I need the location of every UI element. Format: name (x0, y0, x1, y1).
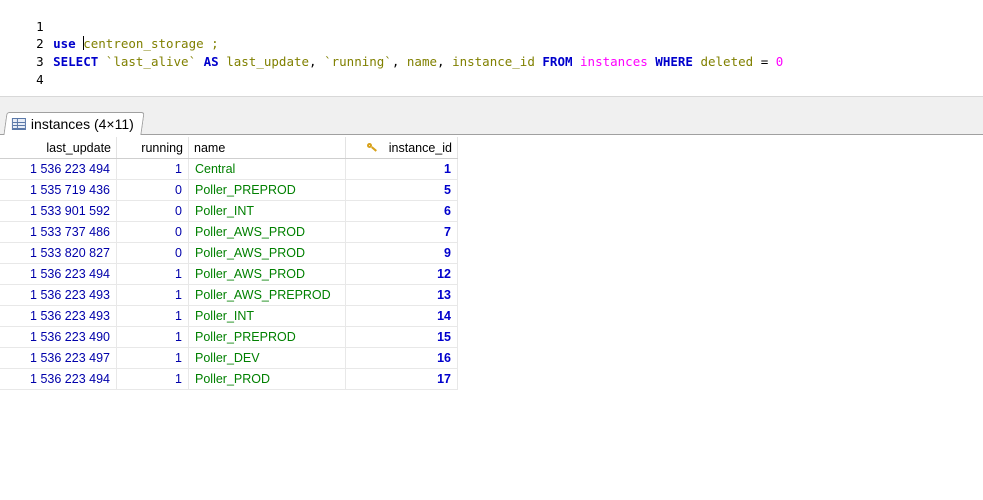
column-header-label: last_update (46, 140, 111, 155)
code-line-4: 4 (0, 53, 53, 87)
sql-column: instance_id (452, 54, 535, 69)
cell-running[interactable]: 0 (116, 221, 189, 243)
sql-column: `last_alive` (105, 54, 197, 69)
cell-instance-id[interactable]: 6 (345, 200, 458, 222)
cell-name[interactable]: Poller_PREPROD (188, 179, 346, 201)
cell-name[interactable]: Poller_PREPROD (188, 326, 346, 348)
table-row[interactable]: 1 536 223 494 1 Central 1 (0, 158, 458, 180)
cell-instance-id[interactable]: 16 (345, 347, 458, 369)
table-row[interactable]: 1 535 719 436 0 Poller_PREPROD 5 (0, 179, 458, 201)
key-icon (366, 142, 377, 153)
cell-name[interactable]: Poller_DEV (188, 347, 346, 369)
table-icon (11, 118, 26, 130)
code-line-2: 2 use centreon_storage ; (0, 17, 219, 51)
cell-last-update[interactable]: 1 536 223 493 (0, 305, 117, 327)
cell-name[interactable]: Poller_AWS_PROD (188, 263, 346, 285)
cell-running[interactable]: 0 (116, 242, 189, 264)
cell-running[interactable]: 1 (116, 368, 189, 390)
column-header-label: instance_id (388, 140, 452, 155)
cell-name[interactable]: Poller_PROD (188, 368, 346, 390)
cell-last-update[interactable]: 1 533 737 486 (0, 221, 117, 243)
pane-splitter[interactable] (0, 96, 983, 111)
cell-last-update[interactable]: 1 533 820 827 (0, 242, 117, 264)
code-line-3: 3 SELECT `last_alive` AS last_update, `ru… (0, 35, 783, 69)
tab-label: instances (4×11) (30, 116, 134, 132)
cell-instance-id[interactable]: 14 (345, 305, 458, 327)
sql-column: name (406, 54, 437, 69)
table-row[interactable]: 1 536 223 497 1 Poller_DEV 16 (0, 347, 458, 369)
cell-running[interactable]: 0 (116, 200, 189, 222)
cell-running[interactable]: 1 (116, 305, 189, 327)
cell-name[interactable]: Central (188, 158, 346, 180)
cell-running[interactable]: 1 (116, 347, 189, 369)
cell-running[interactable]: 1 (116, 158, 189, 180)
cell-name[interactable]: Poller_INT (188, 305, 346, 327)
sql-editor[interactable]: 1 2 use centreon_storage ; 3 SELECT `last_… (0, 0, 983, 96)
grid-header-row: last_update running name instance_id (0, 137, 458, 159)
cell-last-update[interactable]: 1 533 901 592 (0, 200, 117, 222)
result-tab-bar: instances (4×11) (0, 110, 983, 135)
sql-alias: last_update (226, 54, 310, 69)
table-row[interactable]: 1 536 223 494 1 Poller_PROD 17 (0, 368, 458, 390)
sql-keyword: AS (203, 54, 219, 69)
code-line-1: 1 (0, 0, 53, 34)
cell-instance-id[interactable]: 9 (345, 242, 458, 264)
sql-comma: , (309, 54, 317, 69)
sql-keyword: SELECT (53, 54, 99, 69)
cell-instance-id[interactable]: 1 (345, 158, 458, 180)
column-header-instance-id[interactable]: instance_id (345, 137, 458, 159)
sql-column: deleted (700, 54, 754, 69)
sql-column: `running` (324, 54, 392, 69)
table-row[interactable]: 1 533 820 827 0 Poller_AWS_PROD 9 (0, 242, 458, 264)
cell-name[interactable]: Poller_AWS_PREPROD (188, 284, 346, 306)
sql-keyword: FROM (542, 54, 573, 69)
cell-running[interactable]: 1 (116, 263, 189, 285)
cell-running[interactable]: 1 (116, 326, 189, 348)
cell-name[interactable]: Poller_AWS_PROD (188, 242, 346, 264)
cell-instance-id[interactable]: 12 (345, 263, 458, 285)
sql-table-name: instances (580, 54, 648, 69)
sql-number-literal: 0 (775, 54, 784, 69)
tab-instances-result[interactable]: instances (4×11) (3, 112, 145, 135)
column-header-running[interactable]: running (116, 137, 189, 159)
table-row[interactable]: 1 533 901 592 0 Poller_INT 6 (0, 200, 458, 222)
column-header-last-update[interactable]: last_update (0, 137, 117, 159)
sql-comma: , (391, 54, 400, 69)
cell-last-update[interactable]: 1 536 223 493 (0, 284, 117, 306)
cell-last-update[interactable]: 1 535 719 436 (0, 179, 117, 201)
cell-last-update[interactable]: 1 536 223 497 (0, 347, 117, 369)
sql-comma: , (437, 54, 445, 69)
result-grid[interactable]: last_update running name instance_id 1 5… (0, 137, 458, 390)
column-header-name[interactable]: name (188, 137, 346, 159)
cell-last-update[interactable]: 1 536 223 494 (0, 263, 117, 285)
cell-last-update[interactable]: 1 536 223 494 (0, 368, 117, 390)
sql-keyword: WHERE (655, 54, 693, 69)
cell-instance-id[interactable]: 17 (345, 368, 458, 390)
cell-running[interactable]: 0 (116, 179, 189, 201)
cell-name[interactable]: Poller_AWS_PROD (188, 221, 346, 243)
table-row[interactable]: 1 536 223 493 1 Poller_AWS_PREPROD 13 (0, 284, 458, 306)
cell-name[interactable]: Poller_INT (188, 200, 346, 222)
cell-last-update[interactable]: 1 536 223 494 (0, 158, 117, 180)
cell-instance-id[interactable]: 5 (345, 179, 458, 201)
line-number: 4 (36, 72, 44, 87)
column-header-label: running (141, 140, 183, 155)
table-row[interactable]: 1 533 737 486 0 Poller_AWS_PROD 7 (0, 221, 458, 243)
column-header-label: name (194, 140, 226, 155)
cell-instance-id[interactable]: 13 (345, 284, 458, 306)
cell-last-update[interactable]: 1 536 223 490 (0, 326, 117, 348)
table-row[interactable]: 1 536 223 490 1 Poller_PREPROD 15 (0, 326, 458, 348)
table-row[interactable]: 1 536 223 494 1 Poller_AWS_PROD 12 (0, 263, 458, 285)
sql-operator: = (760, 54, 769, 69)
table-row[interactable]: 1 536 223 493 1 Poller_INT 14 (0, 305, 458, 327)
cell-running[interactable]: 1 (116, 284, 189, 306)
cell-instance-id[interactable]: 7 (345, 221, 458, 243)
cell-instance-id[interactable]: 15 (345, 326, 458, 348)
